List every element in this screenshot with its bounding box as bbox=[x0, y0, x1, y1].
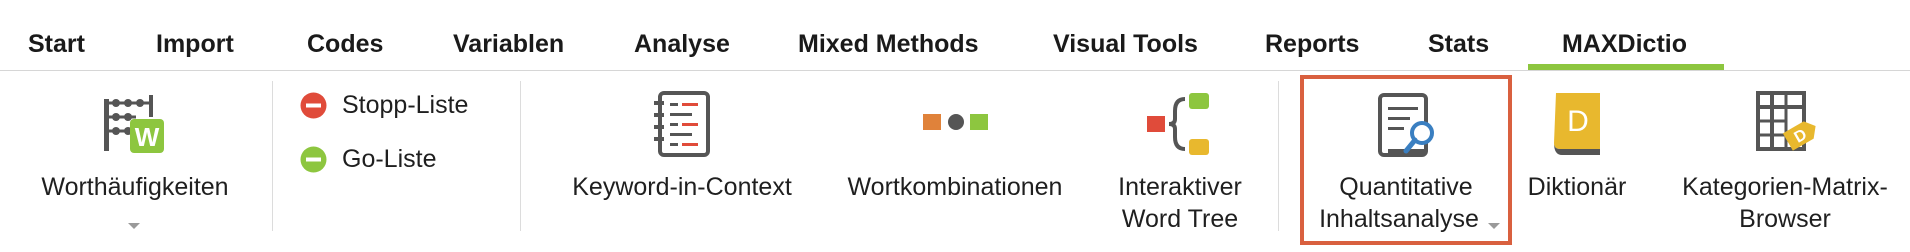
kategorien-matrix-label-line2: Browser bbox=[1739, 205, 1831, 233]
keyword-in-context-button[interactable]: Keyword-in-Context bbox=[552, 71, 812, 241]
tab-mixed-methods[interactable]: Mixed Methods bbox=[798, 30, 979, 59]
minus-green-icon bbox=[300, 146, 327, 173]
diktionaer-button[interactable]: D Diktionär bbox=[1522, 71, 1632, 241]
word-tree-icon bbox=[1147, 93, 1209, 155]
svg-text:D: D bbox=[1567, 105, 1589, 138]
go-liste-button[interactable]: Go-Liste bbox=[300, 143, 500, 175]
kategorien-matrix-browser-button[interactable]: D Kategorien-Matrix- Browser bbox=[1660, 71, 1910, 241]
tab-analyse[interactable]: Analyse bbox=[634, 30, 730, 59]
wortkombinationen-button[interactable]: Wortkombinationen bbox=[830, 71, 1080, 241]
tab-variablen[interactable]: Variablen bbox=[453, 30, 564, 59]
ribbon-tab-bar: Start Import Codes Variablen Analyse Mix… bbox=[0, 0, 1910, 71]
stopp-liste-button[interactable]: Stopp-Liste bbox=[300, 89, 500, 121]
diktionaer-label: Diktionär bbox=[1527, 173, 1627, 201]
kategorien-matrix-label-line1: Kategorien-Matrix- bbox=[1682, 173, 1888, 201]
tab-maxdictio[interactable]: MAXDictio bbox=[1562, 30, 1687, 59]
dictionary-book-icon: D bbox=[1554, 93, 1600, 155]
quant-inhaltsanalyse-label-line2: Inhaltsanalyse bbox=[1319, 205, 1479, 233]
worthaeufigkeiten-button[interactable]: W Worthäufigkeiten bbox=[20, 71, 250, 241]
tab-stats[interactable]: Stats bbox=[1428, 30, 1489, 59]
quantitative-inhaltsanalyse-button[interactable]: Quantitative Inhaltsanalyse bbox=[1300, 75, 1512, 245]
tab-start[interactable]: Start bbox=[28, 30, 85, 59]
notebook-icon bbox=[654, 91, 710, 157]
ribbon-separator bbox=[272, 81, 273, 231]
go-liste-label: Go-Liste bbox=[342, 145, 437, 173]
abacus-w-icon: W bbox=[104, 95, 164, 153]
tab-import[interactable]: Import bbox=[156, 30, 234, 59]
word-tree-label-line2: Word Tree bbox=[1121, 205, 1239, 233]
tab-visual-tools[interactable]: Visual Tools bbox=[1053, 30, 1198, 59]
ribbon-separator bbox=[520, 81, 521, 231]
tab-codes[interactable]: Codes bbox=[307, 30, 383, 59]
word-tree-label-line1: Interaktiver bbox=[1118, 173, 1242, 201]
tab-reports[interactable]: Reports bbox=[1265, 30, 1359, 59]
minus-red-icon bbox=[300, 92, 327, 119]
svg-text:W: W bbox=[135, 122, 160, 152]
interaktiver-word-tree-button[interactable]: Interaktiver Word Tree bbox=[1090, 71, 1270, 241]
chevron-down-icon[interactable] bbox=[1488, 223, 1500, 229]
document-search-icon bbox=[1378, 93, 1434, 157]
matrix-tag-icon: D bbox=[1756, 91, 1816, 151]
keyword-in-context-label: Keyword-in-Context bbox=[572, 173, 792, 201]
word-combination-icon bbox=[923, 114, 988, 130]
wortkombinationen-label: Wortkombinationen bbox=[847, 173, 1063, 201]
ribbon-separator bbox=[1278, 81, 1279, 231]
quant-inhaltsanalyse-label-line1: Quantitative bbox=[1339, 173, 1473, 201]
active-tab-indicator bbox=[1528, 64, 1724, 70]
stopp-liste-label: Stopp-Liste bbox=[342, 91, 469, 119]
ribbon-panel: W Worthäufigkeiten Stopp-Liste Go-Liste bbox=[0, 71, 1910, 252]
chevron-down-icon[interactable] bbox=[128, 223, 140, 229]
worthaeufigkeiten-label: Worthäufigkeiten bbox=[41, 173, 229, 201]
